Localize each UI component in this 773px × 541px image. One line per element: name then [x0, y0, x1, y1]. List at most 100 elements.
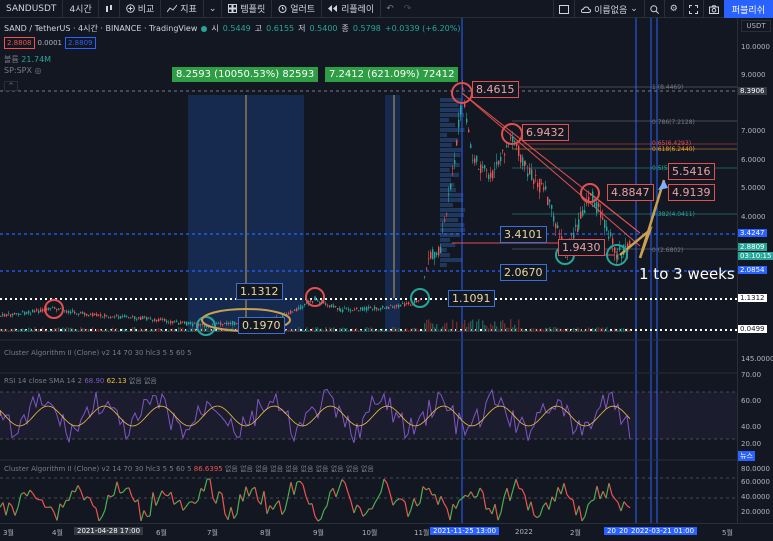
range-bottom-label[interactable]: 0.1970 [238, 317, 285, 334]
volume-bar [396, 329, 398, 332]
volume-bar [323, 329, 325, 332]
volume-bar [434, 327, 436, 332]
top-toolbar: SANDUSDT 4시간 비교 지표 ⌄ 템플릿 얼러트 리플레이 ↶ ↷ 이름… [0, 0, 773, 18]
volume-bar [204, 328, 206, 332]
time-tick: 6월 [156, 529, 167, 537]
settings-button[interactable]: ⚙ [663, 0, 683, 18]
layout-name-button[interactable]: 이름없음 ⌄ [574, 0, 644, 18]
third-top-label[interactable]: 4.8847 [607, 184, 654, 201]
symbol-search-button[interactable]: SANDUSDT [0, 0, 64, 18]
measure-label-2[interactable]: 7.2412 (621.09%) 72412 [325, 67, 459, 82]
cluster-line-segment [179, 499, 184, 511]
candle-body [504, 154, 506, 156]
candle-body [194, 322, 196, 324]
volume-bar [88, 329, 90, 332]
compare-button[interactable]: 비교 [120, 0, 162, 18]
buy-button[interactable]: 2.8809 [65, 37, 96, 49]
candle-body [510, 137, 512, 139]
search-button[interactable] [643, 0, 664, 18]
candle-body [212, 323, 214, 325]
cluster-line-segment [434, 494, 439, 505]
interval-button[interactable]: 4시간 [63, 0, 99, 18]
volume-bar [510, 319, 512, 332]
snapshot-button[interactable] [702, 0, 724, 18]
volume-bar [114, 329, 116, 332]
candle-body [400, 305, 402, 307]
candle-body [100, 314, 102, 317]
time-tick: 2022 [515, 528, 533, 536]
collapse-legend-button[interactable]: ^ [4, 81, 18, 91]
low-level-label[interactable]: 1.9430 [558, 239, 605, 256]
undo-button[interactable]: ↶ [381, 0, 399, 18]
cluster-line-segment [614, 498, 619, 503]
measure-label-1[interactable]: 8.2593 (10050.53%) 82593 [172, 67, 319, 82]
second-top-label[interactable]: 6.9432 [522, 124, 569, 141]
peak-label[interactable]: 8.4615 [472, 81, 519, 98]
cluster-line-segment [242, 486, 247, 502]
publish-button[interactable]: 퍼블리쉬 [723, 0, 773, 18]
news-tag[interactable]: 뉴스 [738, 451, 755, 461]
forecast-text[interactable]: 1 to 3 weeks [636, 264, 738, 284]
candle-body [602, 217, 604, 220]
mid-level-label[interactable]: 3.4101 [500, 226, 547, 243]
volume-bar [80, 327, 82, 332]
target-mid-label[interactable]: 4.9139 [668, 184, 715, 201]
alert-button[interactable]: 얼러트 [272, 0, 323, 18]
volume-bar [12, 329, 14, 332]
cluster-line-segment [29, 489, 34, 495]
chart-area[interactable]: 1 (8.4469) 0.786(7.2128) 0.65(6.4293) 0.… [0, 18, 773, 541]
indicators-button[interactable]: 지표 [161, 0, 204, 18]
candle-body [612, 238, 614, 245]
volume-bar [321, 328, 323, 332]
price-axis[interactable]: USDT 10.0000 9.0000 8.3906 7.0000 6.0000… [737, 18, 773, 523]
candle-body [428, 258, 430, 260]
cluster-line-segment [284, 496, 289, 511]
volume-bar [386, 330, 388, 332]
volume-profile-bar [440, 118, 449, 122]
price-tick: 10.0000 [741, 43, 770, 51]
redo-button[interactable]: ↷ [399, 0, 417, 18]
breakout-top-circle[interactable] [305, 287, 325, 307]
volume-bar [290, 328, 292, 332]
candle-body [446, 213, 448, 215]
volume-profile [440, 98, 466, 267]
volume-bar [82, 328, 84, 332]
replay-button[interactable]: 리플레이 [322, 0, 382, 18]
volume-bar [78, 330, 80, 332]
date-range-box-2[interactable] [385, 95, 400, 332]
fullscreen-button[interactable] [682, 0, 703, 18]
indicator-dropdown-button[interactable]: ⌄ [204, 0, 223, 18]
chart-canvas[interactable]: 1 (8.4469) 0.786(7.2128) 0.65(6.4293) 0.… [0, 18, 737, 523]
range-top-label[interactable]: 1.1312 [236, 283, 283, 300]
volume-bar [168, 329, 170, 332]
volume-profile-bar [440, 188, 457, 192]
candle-body [394, 306, 396, 308]
cluster-legend-2-value: 86.6395 [193, 465, 223, 473]
cluster-line-segment [71, 490, 76, 493]
fib-label-6: 0.382(4.0411) [652, 211, 695, 218]
cluster-line-segment [560, 483, 565, 495]
cluster-line-segment [467, 491, 472, 497]
volume-bar [627, 328, 629, 332]
target-high-label[interactable]: 5.5416 [668, 163, 715, 180]
candle-body [472, 159, 474, 161]
candles-style-button[interactable] [99, 0, 120, 18]
volume-bar [60, 330, 62, 332]
cluster-line-segment [356, 504, 361, 509]
templates-button[interactable]: 템플릿 [222, 0, 273, 18]
candle-body [442, 229, 444, 231]
breakout-label[interactable]: 1.1091 [448, 290, 495, 307]
eye-icon[interactable]: ◎ [35, 66, 42, 75]
support-label[interactable]: 2.0670 [500, 264, 547, 281]
cluster-line-segment [401, 498, 406, 503]
cluster-line-segment [95, 508, 100, 522]
currency-button[interactable]: USDT [741, 20, 771, 32]
layout-button[interactable] [553, 0, 574, 18]
volume-bar [344, 327, 346, 332]
candle-body [52, 307, 54, 309]
sell-button[interactable]: 2.8808 [4, 37, 35, 49]
cluster-line-segment [227, 507, 232, 520]
cluster-line-segment [383, 478, 388, 484]
time-axis[interactable]: 3월 4월 2021-04-28 17:00 6월 7월 8월 9월 10월 1… [0, 523, 773, 541]
volume-bar [531, 328, 533, 332]
